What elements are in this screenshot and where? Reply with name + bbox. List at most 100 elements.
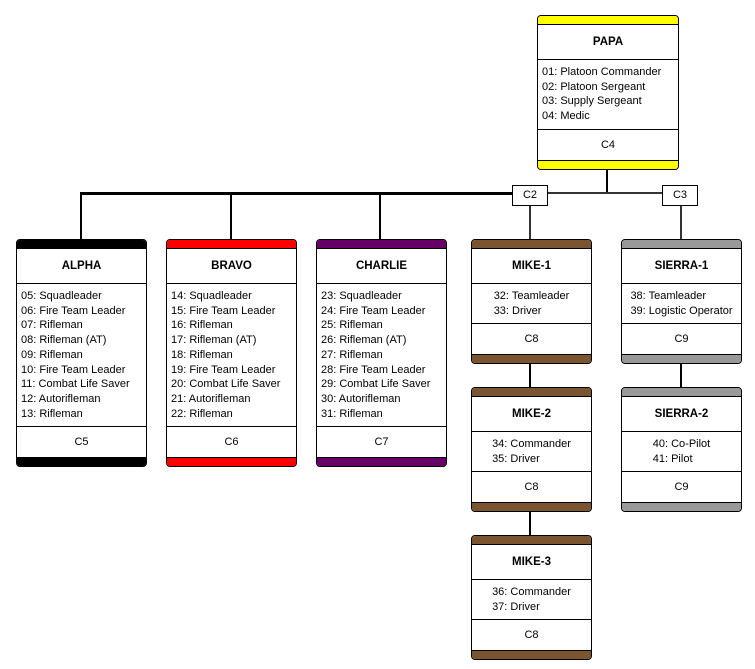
unit-color-bar bbox=[472, 240, 591, 249]
member-entry: 34: Commander bbox=[492, 438, 571, 450]
unit-color-bar bbox=[472, 388, 591, 397]
unit-members: 36: Commander 37: Driver bbox=[472, 580, 591, 621]
member-entry: 09: Rifleman bbox=[21, 348, 83, 361]
member-entry: 35: Driver bbox=[492, 452, 540, 465]
member-entry: 19: Fire Team Leader bbox=[171, 363, 276, 376]
member-entry: 31: Rifleman bbox=[321, 407, 383, 420]
unit-color-bar bbox=[472, 354, 591, 364]
unit-channel: C8 bbox=[524, 481, 539, 494]
unit-title: PAPA bbox=[538, 25, 678, 60]
unit-title: MIKE-3 bbox=[472, 545, 591, 580]
member-entry: 26: Rifleman (AT) bbox=[321, 334, 407, 347]
unit-mike-2: MIKE-2 34: Commander 35: Driver C8 bbox=[471, 387, 592, 513]
unit-color-bar bbox=[472, 536, 591, 545]
unit-channel: C4 bbox=[600, 138, 616, 151]
member-entry: 02: Platoon Sergeant bbox=[542, 80, 646, 93]
unit-title: ALPHA bbox=[17, 249, 146, 284]
member-entry: 37: Driver bbox=[492, 600, 540, 613]
unit-channel: C9 bbox=[674, 481, 689, 494]
member-entry: 04: Medic bbox=[542, 110, 590, 123]
unit-members: 14: Squadleader 15: Fire Team Leader 16: R… bbox=[167, 284, 296, 428]
member-entry: 36: Commander bbox=[492, 586, 571, 598]
member-entry: 29: Combat Life Saver bbox=[321, 378, 431, 391]
member-entry: 22: Rifleman bbox=[171, 407, 233, 420]
org-chart: C2 C3 PAPA 01: Platoon Commander 02: Plato… bbox=[0, 0, 755, 669]
unit-members: 38: Teamleader 39: Logistic Operator bbox=[622, 284, 741, 325]
member-entry: 17: Rifleman (AT) bbox=[171, 334, 257, 347]
unit-title: BRAVO bbox=[167, 249, 296, 284]
unit-channel: C8 bbox=[524, 629, 539, 642]
unit-title: SIERRA-1 bbox=[622, 249, 741, 284]
member-entry: 05: Squadleader bbox=[21, 290, 102, 302]
unit-channel: C9 bbox=[674, 333, 689, 346]
connector-label-c2: C2 bbox=[512, 185, 548, 206]
connector-line bbox=[379, 193, 381, 239]
unit-members: 34: Commander 35: Driver bbox=[472, 432, 591, 473]
member-entry: 40: Co-Pilot bbox=[652, 438, 711, 450]
member-entry: 28: Fire Team Leader bbox=[321, 363, 426, 376]
member-entry: 38: Teamleader bbox=[630, 290, 707, 302]
member-entry: 30: Autorifleman bbox=[321, 392, 401, 405]
unit-color-bar bbox=[167, 240, 296, 249]
unit-color-bar bbox=[17, 457, 146, 467]
unit-color-bar bbox=[622, 502, 741, 512]
unit-mike-3: MIKE-3 36: Commander 37: Driver C8 bbox=[471, 535, 592, 661]
unit-alpha: ALPHA 05: Squadleader 06: Fire Team Leader… bbox=[16, 239, 147, 468]
unit-sierra-2: SIERRA-2 40: Co-Pilot 41: Pilot C9 bbox=[621, 387, 742, 513]
unit-members: 05: Squadleader 06: Fire Team Leader 07: R… bbox=[17, 284, 146, 428]
member-entry: 33: Driver bbox=[493, 304, 542, 317]
member-entry: 03: Supply Sergeant bbox=[542, 95, 642, 108]
unit-channel: C8 bbox=[524, 333, 539, 346]
member-entry: 25: Rifleman bbox=[321, 319, 383, 332]
member-entry: 13: Rifleman bbox=[21, 407, 83, 420]
unit-color-bar bbox=[472, 502, 591, 512]
member-entry: 11: Combat Life Saver bbox=[21, 378, 130, 391]
member-entry: 32: Teamleader bbox=[493, 290, 570, 302]
unit-color-bar bbox=[622, 354, 741, 364]
unit-title: CHARLIE bbox=[317, 249, 446, 284]
unit-color-bar bbox=[317, 240, 446, 249]
connector-line bbox=[548, 192, 663, 194]
member-entry: 41: Pilot bbox=[652, 452, 693, 465]
unit-channel: C7 bbox=[374, 436, 389, 449]
member-entry: 14: Squadleader bbox=[171, 290, 252, 302]
connector-line bbox=[230, 193, 232, 239]
member-entry: 12: Autorifleman bbox=[21, 392, 101, 405]
unit-members: 32: Teamleader 33: Driver bbox=[472, 284, 591, 325]
unit-papa: PAPA 01: Platoon Commander 02: Platoon Ser… bbox=[537, 15, 679, 170]
unit-channel: C6 bbox=[224, 436, 239, 449]
unit-bravo: BRAVO 14: Squadleader 15: Fire Team Leader… bbox=[166, 239, 297, 468]
unit-sierra-1: SIERRA-1 38: Teamleader 39: Logistic Opera… bbox=[621, 239, 742, 365]
unit-color-bar bbox=[538, 16, 678, 25]
connector-line bbox=[680, 205, 682, 239]
unit-channel: C5 bbox=[74, 436, 89, 449]
unit-members: 40: Co-Pilot 41: Pilot bbox=[622, 432, 741, 473]
member-entry: 24: Fire Team Leader bbox=[321, 304, 426, 317]
member-entry: 07: Rifleman bbox=[21, 319, 83, 332]
connector-line bbox=[529, 205, 531, 239]
member-entry: 06: Fire Team Leader bbox=[21, 304, 126, 317]
member-entry: 10: Fire Team Leader bbox=[21, 363, 126, 376]
unit-members: 01: Platoon Commander 02: Platoon Sergean… bbox=[538, 60, 678, 130]
unit-members: 23: Squadleader 24: Fire Team Leader 25: R… bbox=[317, 284, 446, 428]
member-entry: 15: Fire Team Leader bbox=[171, 304, 276, 317]
unit-color-bar bbox=[472, 650, 591, 660]
unit-color-bar bbox=[622, 240, 741, 249]
connector-line bbox=[80, 192, 513, 195]
unit-mike-1: MIKE-1 32: Teamleader 33: Driver C8 bbox=[471, 239, 592, 365]
member-entry: 18: Rifleman bbox=[171, 348, 233, 361]
member-entry: 21: Autorifleman bbox=[171, 392, 251, 405]
unit-title: MIKE-1 bbox=[472, 249, 591, 284]
member-entry: 39: Logistic Operator bbox=[630, 304, 733, 317]
connector-line bbox=[80, 193, 82, 239]
member-entry: 20: Combat Life Saver bbox=[171, 378, 281, 391]
member-entry: 08: Rifleman (AT) bbox=[21, 334, 107, 347]
unit-title: SIERRA-2 bbox=[622, 397, 741, 432]
member-entry: 27: Rifleman bbox=[321, 348, 383, 361]
unit-color-bar bbox=[167, 457, 296, 467]
member-entry: 16: Rifleman bbox=[171, 319, 233, 332]
connector-label-c3: C3 bbox=[662, 185, 698, 206]
unit-title: MIKE-2 bbox=[472, 397, 591, 432]
member-entry: 01: Platoon Commander bbox=[542, 66, 662, 78]
unit-color-bar bbox=[538, 159, 678, 169]
